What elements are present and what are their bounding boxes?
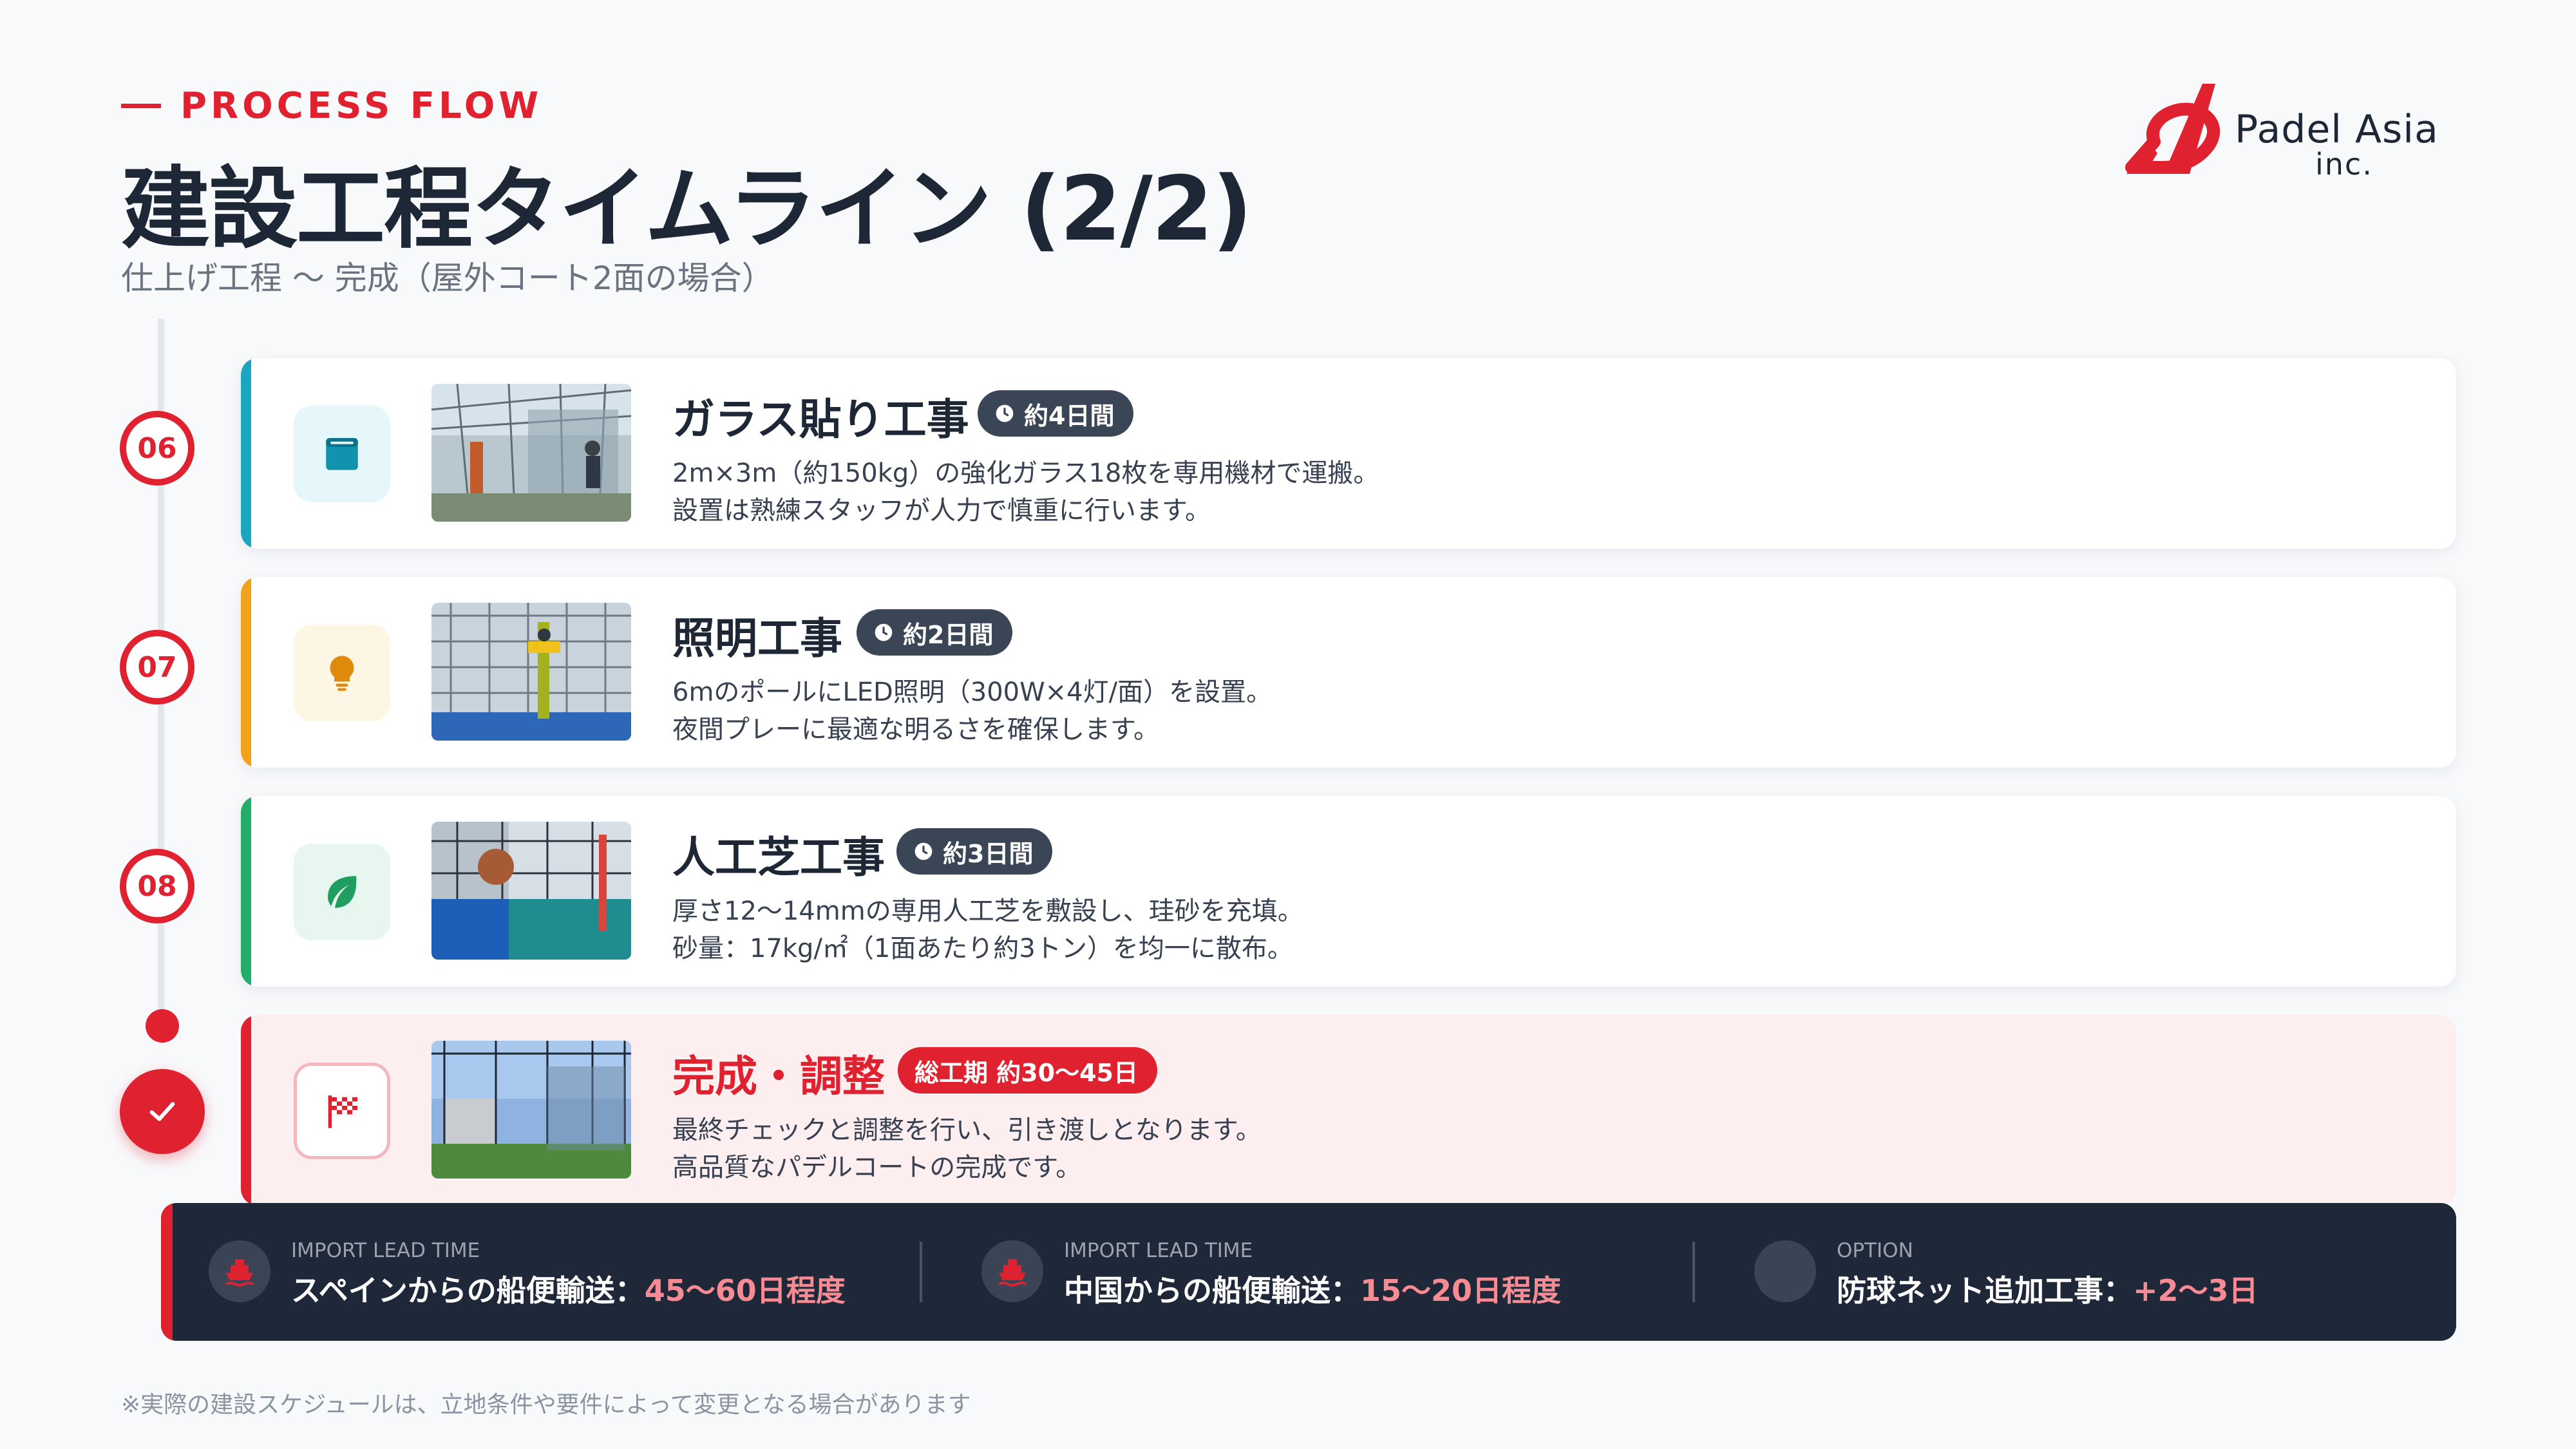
step-title: 照明工事 [672, 614, 842, 663]
card-accent [241, 1015, 251, 1206]
total-duration-badge: 総工期 約30〜45日 [898, 1047, 1157, 1094]
step-card-completion: 完成・調整 総工期 約30〜45日 最終チェックと調整を行い、引き渡しとなります… [241, 1015, 2456, 1206]
step-marker-06: 06 [120, 411, 194, 486]
logo-mark-icon [2125, 84, 2220, 174]
step-card-lighting: 照明工事 約2日間 6mのポールにLED照明（300W×4灯/面）を設置。 夜間… [241, 577, 2456, 768]
page-title: 建設工程タイムライン (2/2) [121, 157, 1253, 261]
step-icon-box [294, 844, 390, 940]
info-bar-accent [161, 1203, 173, 1341]
duration-badge: 約4日間 [978, 390, 1134, 437]
section-eyebrow: PROCESS FLOW [121, 85, 542, 127]
step-title: 人工芝工事 [672, 833, 885, 882]
eyebrow-dash [121, 104, 161, 108]
info-bar: IMPORT LEAD TIME スペインからの船便輸送：45〜60日程度 IM… [161, 1203, 2456, 1341]
duration-badge: 約3日間 [896, 828, 1053, 875]
leaf-icon [328, 876, 357, 908]
step-description: 2m×3m（約150kg）の強化ガラス18枚を専用機材で運搬。 設置は熟練スタッ… [672, 459, 1379, 526]
step-icon-box [294, 625, 390, 721]
check-icon [149, 1102, 175, 1121]
step-card-turf: 人工芝工事 約3日間 厚さ12〜14mmの専用人工芝を敷設し、珪砂を充填。 砂量… [241, 796, 2456, 987]
step-title: 完成・調整 [672, 1052, 885, 1101]
timeline-dot [146, 1009, 179, 1043]
step-marker-07: 07 [120, 630, 194, 705]
step-photo [431, 384, 631, 522]
step-title: ガラス貼り工事 [672, 395, 969, 444]
step-icon-box [294, 406, 390, 502]
window-icon [326, 438, 358, 470]
footnote: ※実際の建設スケジュールは、立地条件や要件によって変更となる場合があります [121, 1392, 971, 1418]
info-divider [920, 1242, 922, 1302]
clock-icon [996, 404, 1014, 422]
eyebrow-label: PROCESS FLOW [180, 85, 543, 127]
step-icon-box [294, 1063, 390, 1159]
logo-suffix: inc. [2315, 147, 2373, 182]
ship-icon [981, 1240, 1043, 1302]
clock-icon [875, 623, 893, 641]
card-accent [241, 796, 251, 987]
step-card-glass: ガラス貼り工事 約4日間 2m×3m（約150kg）の強化ガラス18枚を専用機材… [241, 358, 2456, 549]
step-photo [431, 822, 631, 960]
step-description: 厚さ12〜14mmの専用人工芝を敷設し、珪砂を充填。 砂量：17kg/㎡（1面あ… [672, 896, 1303, 963]
lightbulb-icon [330, 656, 354, 691]
step-marker-08: 08 [120, 849, 194, 923]
duration-badge: 約2日間 [857, 609, 1013, 656]
step-description: 最終チェックと調整を行い、引き渡しとなります。 高品質なパデルコートの完成です。 [672, 1115, 1262, 1182]
page-subtitle: 仕上げ工程 〜 完成（屋外コート2面の場合） [121, 260, 774, 297]
step-photo [431, 1041, 631, 1179]
clock-icon [914, 842, 933, 860]
company-logo: Padel Asia inc. [2119, 71, 2467, 187]
card-accent [241, 577, 251, 768]
card-accent [241, 358, 251, 549]
checkered-flag-icon [328, 1095, 357, 1128]
completion-marker [120, 1069, 205, 1154]
step-photo [431, 603, 631, 741]
net-icon [1754, 1240, 1816, 1302]
logo-text: Padel Asia [2235, 107, 2439, 152]
step-description: 6mのポールにLED照明（300W×4灯/面）を設置。 夜間プレーに最適な明るさ… [672, 677, 1273, 744]
info-divider [1692, 1242, 1695, 1302]
ship-icon [209, 1240, 270, 1302]
